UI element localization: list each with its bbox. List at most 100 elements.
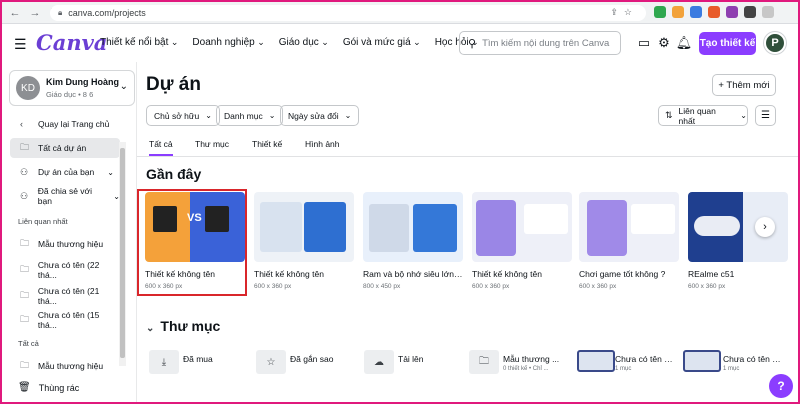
chevron-down-icon[interactable]: ⌄ — [146, 323, 154, 334]
sidebar-item-all-projects[interactable]: 🗀 Tất cả dự án — [10, 138, 120, 158]
folder-brand-templates[interactable]: 🗀 Mẫu thương ... 0 thiết kế • Chỉ ... — [457, 350, 562, 376]
filter-owner[interactable]: Chủ sở hữu ⌄ — [146, 105, 220, 126]
nav-featured[interactable]: Thiết kế nổi bật — [100, 37, 178, 48]
sort-select[interactable]: ⇅ Liên quan nhất ⌄ — [658, 105, 748, 126]
tab-images[interactable]: Hình ảnh — [305, 139, 340, 149]
help-button[interactable]: ? — [769, 374, 793, 398]
browser-toolbar: ← → ↻ 🔒︎ canva.com/projects ⇪☆ — [2, 2, 798, 24]
folder-icon: 🗀 — [20, 290, 30, 300]
design-card[interactable]: Ram và bộ nhớ siêu lớn vẫ... 800 x 450 p… — [363, 192, 463, 290]
design-card[interactable]: Chơi game tốt không ? 600 x 360 px — [579, 192, 679, 290]
main-content: Dự án + Thêm mới Chủ sở hữu ⌄ Danh mục ⌄ N… — [137, 62, 798, 402]
back-home-link[interactable]: ‹ Quay lại Trang chủ — [10, 114, 120, 134]
folders-heading-label: Thư mục — [160, 318, 221, 334]
trash-link[interactable]: 🗑︎ Thùng rác — [18, 382, 79, 393]
back-arrow-icon[interactable]: ← — [8, 6, 22, 20]
folder-untitled[interactable]: Chưa có tên (... 1 mục — [577, 350, 682, 376]
folder-thumbnail — [577, 350, 615, 372]
sidebar-item-label: Đã chia sẻ với bạn — [37, 186, 93, 206]
search-placeholder: Tìm kiếm nội dung trên Canva — [482, 37, 610, 49]
folder-icon: 🗀 — [20, 360, 30, 370]
design-card[interactable]: Thiết kế không tên 600 x 360 px — [254, 192, 354, 290]
puzzle-icon[interactable] — [744, 6, 756, 18]
design-title: REalme c51 — [688, 269, 735, 279]
extension-icon[interactable] — [708, 6, 720, 18]
sidebar-folder-label: Mẫu thương hiệu — [38, 239, 104, 249]
sidebar-scrollbar[interactable] — [119, 142, 126, 366]
trash-icon: 🗑︎ — [18, 382, 31, 393]
forward-arrow-icon[interactable]: → — [28, 6, 42, 20]
design-size: 800 x 450 px — [363, 283, 401, 290]
account-subtitle: Giáo dục • 8 6 — [46, 90, 94, 99]
chevron-down-icon: ⌄ — [119, 81, 128, 92]
gear-icon[interactable]: ⚙ — [655, 34, 673, 52]
filter-label: Chủ sở hữu — [154, 110, 200, 121]
design-thumbnail — [472, 192, 572, 262]
folder-icon: 🗀 — [20, 238, 30, 248]
design-size: 600 x 360 px — [472, 283, 510, 290]
tab-all[interactable]: Tất cả — [149, 139, 173, 156]
tab-bar: Tất cả Thư mục Thiết kế Hình ảnh — [137, 135, 798, 157]
nav-business[interactable]: Doanh nghiệp — [192, 37, 264, 48]
canva-logo[interactable]: Canva — [36, 30, 107, 55]
trash-label: Thùng rác — [38, 382, 80, 393]
nav-education[interactable]: Giáo dục — [279, 37, 329, 48]
sort-label: Liên quan nhất — [678, 105, 716, 126]
tab-designs[interactable]: Thiết kế — [252, 139, 282, 149]
sidebar-folder[interactable]: 🗀 Mẫu thương hiệu — [10, 356, 120, 376]
design-card[interactable]: REalme c51 600 x 360 px — [688, 192, 788, 290]
sidebar: KD Kim Dung Hoàng Giáo dục • 8 6 ⌄ ‹ Qua… — [2, 62, 137, 402]
filter-category[interactable]: Danh mục ⌄ — [216, 105, 284, 126]
selection-highlight — [137, 189, 247, 296]
extension-icon[interactable] — [654, 6, 666, 18]
url-text: canva.com/projects — [68, 8, 146, 18]
app-header: ☰ Canva Thiết kế nổi bật Doanh nghiệp Gi… — [2, 24, 798, 62]
design-card[interactable]: Thiết kế không tên 600 x 360 px — [472, 192, 572, 290]
folder-untitled[interactable]: Chưa có tên (... 1 mục — [683, 350, 788, 376]
profile-icon[interactable] — [762, 6, 774, 18]
folder-starred[interactable]: ☆ Đã gắn sao — [244, 350, 349, 376]
section-heading-relevant: Liên quan nhất — [18, 217, 68, 226]
sidebar-item-shared[interactable]: ⚇ Đã chia sẻ với bạn ⌄ — [10, 186, 120, 206]
bell-icon[interactable]: 🔔︎ — [675, 34, 693, 52]
filter-date[interactable]: Ngày sửa đổi ⌄ — [280, 105, 360, 126]
carousel-next-icon[interactable]: › — [755, 217, 775, 237]
address-bar[interactable]: 🔒︎ canva.com/projects ⇪☆ — [50, 5, 646, 21]
folder-purchased[interactable]: ⤓ Đã mua — [137, 350, 242, 376]
bookmark-star-icon[interactable]: ⇪☆ — [610, 7, 638, 18]
create-design-button[interactable]: Tạo thiết kế — [699, 32, 756, 55]
sort-icon: ⇅ — [665, 110, 673, 120]
extension-icon[interactable] — [672, 6, 684, 18]
star-icon: ☆ — [256, 350, 286, 374]
design-title: Thiết kế không tên — [254, 269, 324, 279]
avatar[interactable]: P — [764, 32, 786, 54]
back-home-label: Quay lại Trang chủ — [38, 119, 110, 129]
sidebar-folder-label: Mẫu thương hiệu — [38, 361, 104, 371]
tab-folders[interactable]: Thư mục — [195, 139, 229, 149]
nav-pricing[interactable]: Gói và mức giá — [343, 37, 421, 48]
filter-label: Ngày sửa đổi — [288, 110, 339, 121]
sidebar-folder[interactable]: 🗀 Mẫu thương hiệu — [10, 234, 120, 254]
list-view-icon[interactable]: ☰ — [755, 105, 776, 126]
sidebar-folder[interactable]: 🗀 Chưa có tên (15 thá... — [10, 310, 120, 330]
add-new-button[interactable]: + Thêm mới — [712, 74, 776, 96]
folder-icon: 🗀 — [20, 142, 30, 152]
sidebar-folder[interactable]: 🗀 Chưa có tên (21 thá... — [10, 286, 120, 306]
monitor-icon[interactable]: ▭ — [635, 34, 653, 52]
sidebar-folder-label: Chưa có tên (21 thá... — [37, 286, 100, 306]
sidebar-item-your-projects[interactable]: ⚇ Dự án của bạn ⌄ — [10, 162, 120, 182]
search-input[interactable]: ⚲ Tìm kiếm nội dung trên Canva — [459, 31, 621, 55]
folder-meta: 1 mục — [615, 366, 632, 372]
sidebar-folder[interactable]: 🗀 Chưa có tên (22 thá... — [10, 260, 120, 280]
extension-icon[interactable] — [726, 6, 738, 18]
account-switcher[interactable]: KD Kim Dung Hoàng Giáo dục • 8 6 ⌄ — [9, 70, 135, 106]
folder-name: Tải lên — [398, 354, 424, 364]
sidebar-folder-label: Chưa có tên (15 thá... — [37, 310, 100, 330]
scrollbar-thumb[interactable] — [120, 148, 125, 358]
shared-icon: ⚇ — [20, 190, 29, 201]
cloud-upload-icon: ☁ — [364, 350, 394, 374]
folder-uploads[interactable]: ☁ Tải lên — [352, 350, 457, 376]
extension-icon[interactable] — [690, 6, 702, 18]
folder-icon: 🗀 — [20, 314, 30, 324]
menu-icon[interactable]: ☰ — [14, 36, 27, 53]
